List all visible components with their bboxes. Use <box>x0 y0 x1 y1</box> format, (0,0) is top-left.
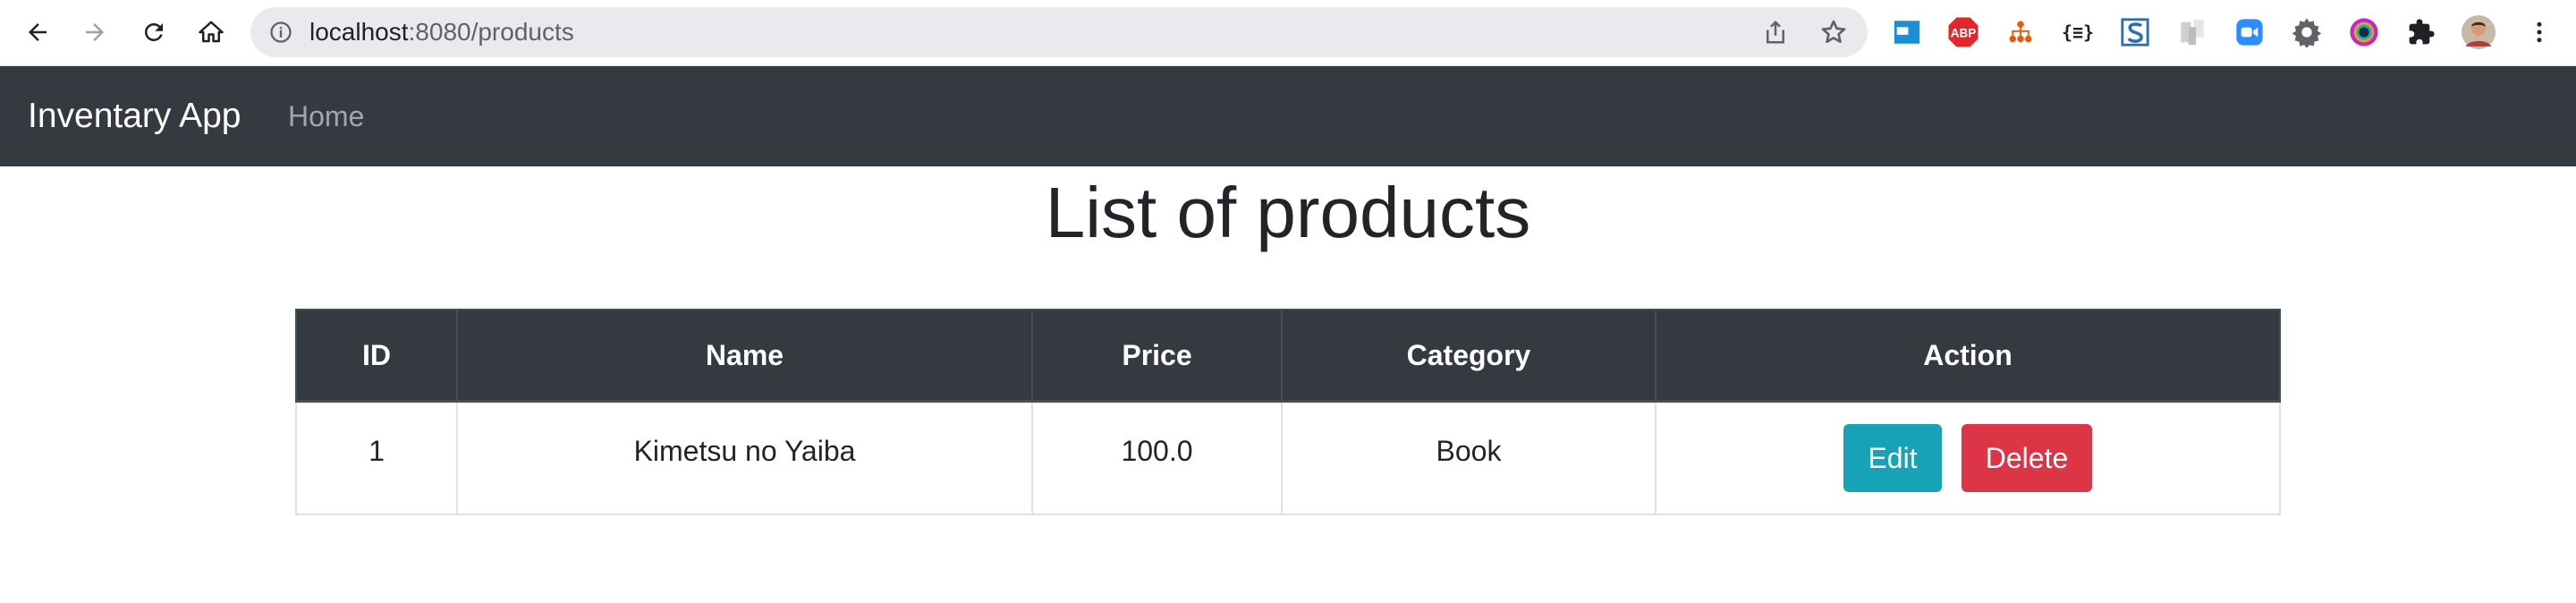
s-extension-icon[interactable] <box>2118 15 2152 49</box>
column-header-id: ID <box>295 309 458 403</box>
navbar-brand[interactable]: Inventary App <box>28 66 242 166</box>
back-arrow-icon <box>29 23 47 41</box>
url-path: :8080/products <box>408 18 574 46</box>
gear-icon[interactable] <box>2290 15 2324 49</box>
cell-id: 1 <box>295 400 458 515</box>
home-button[interactable] <box>190 11 233 54</box>
cell-price: 100.0 <box>1031 400 1283 515</box>
column-header-name: Name <box>456 309 1033 403</box>
column-header-category: Category <box>1281 309 1657 403</box>
json-formatter-label: {≡} <box>2061 21 2095 43</box>
browser-menu-icon[interactable] <box>2522 15 2556 49</box>
cell-category: Book <box>1281 400 1657 515</box>
json-formatter-icon[interactable]: {≡} <box>2061 15 2095 49</box>
bookmark-manager-icon[interactable] <box>2175 15 2209 49</box>
table-row: 1 Kimetsu no Yaiba 100.0 Book Edit Delete <box>295 400 2281 515</box>
app-navbar: Inventary App Home <box>0 66 2576 166</box>
forward-arrow-icon <box>86 23 104 41</box>
share-icon[interactable] <box>1762 19 1789 46</box>
browser-toolbar: localhost:8080/products ABP {≡} <box>0 0 2576 66</box>
page-title: List of products <box>1045 173 1531 252</box>
reload-icon <box>144 22 163 41</box>
cell-action: Edit Delete <box>1655 400 2281 515</box>
zoom-icon[interactable] <box>2233 15 2267 49</box>
url-text[interactable]: localhost:8080/products <box>309 7 574 57</box>
address-bar[interactable]: localhost:8080/products <box>250 7 1868 57</box>
cell-name: Kimetsu no Yaiba <box>456 400 1033 515</box>
sitemap-icon[interactable] <box>2004 15 2038 49</box>
table-header-row: ID Name Price Category Action <box>295 309 2281 403</box>
products-table: ID Name Price Category Action 1 Kimetsu … <box>295 309 2281 515</box>
nav-link-home[interactable]: Home <box>288 66 364 166</box>
home-icon <box>199 21 224 43</box>
back-button[interactable] <box>16 11 59 54</box>
bookmark-star-icon[interactable] <box>1819 18 1848 47</box>
forward-button[interactable] <box>73 11 116 54</box>
adblock-plus-icon[interactable]: ABP <box>1946 15 1980 49</box>
column-header-action: Action <box>1655 309 2281 403</box>
reload-button[interactable] <box>132 11 175 54</box>
profile-avatar[interactable] <box>2462 15 2496 49</box>
edit-button[interactable]: Edit <box>1843 424 1942 492</box>
delete-button[interactable]: Delete <box>1962 424 2092 492</box>
site-info-icon[interactable] <box>268 20 293 45</box>
column-header-price: Price <box>1031 309 1283 403</box>
color-picker-icon[interactable] <box>2347 15 2381 49</box>
puzzle-icon[interactable] <box>2404 15 2438 49</box>
url-host: localhost <box>309 18 409 46</box>
adblock-label: ABP <box>1951 26 1977 39</box>
tab-manager-icon[interactable] <box>1890 15 1924 49</box>
